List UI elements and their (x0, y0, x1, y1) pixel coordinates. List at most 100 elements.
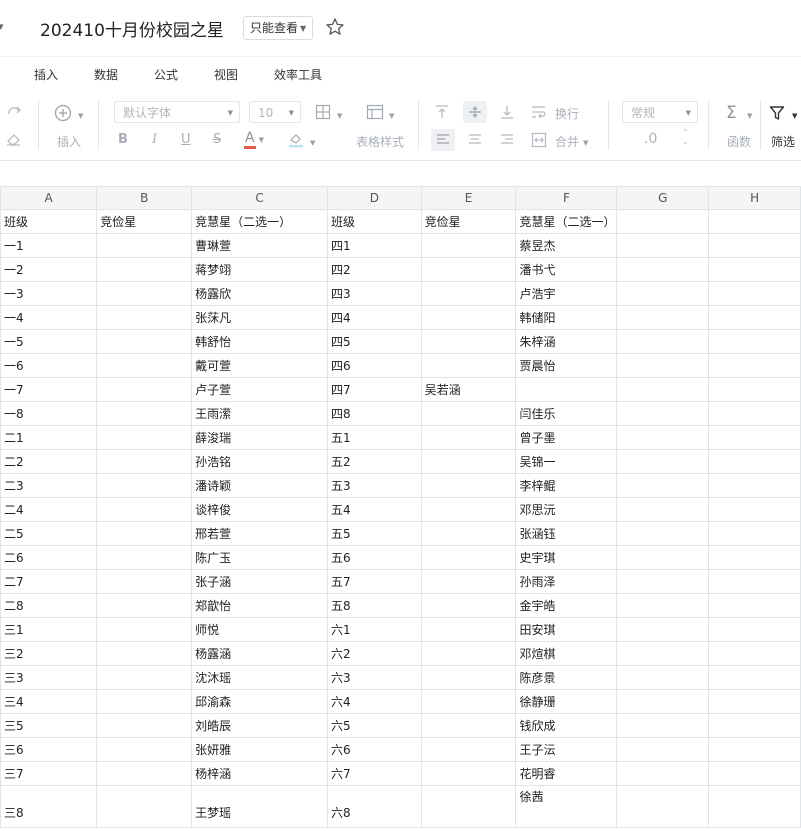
cell-b1[interactable]: 竞俭星 (96, 209, 193, 234)
cell-h11[interactable] (708, 449, 801, 474)
cell-a15[interactable]: 二6 (0, 545, 98, 570)
cell-d8[interactable]: 四7 (327, 377, 422, 402)
cell-d2[interactable]: 四1 (327, 233, 422, 258)
cell-g7[interactable] (616, 353, 710, 378)
cell-d5[interactable]: 四4 (327, 305, 422, 330)
cell-g9[interactable] (616, 401, 710, 426)
cell-f10[interactable]: 曾子墨 (515, 425, 618, 450)
cell-h6[interactable] (708, 329, 801, 354)
menu-data[interactable]: 数据 (94, 66, 118, 83)
cell-b3[interactable] (96, 257, 193, 282)
cell-c8[interactable]: 卢子萱 (191, 377, 329, 402)
cell-f20[interactable]: 陈彦景 (515, 665, 618, 690)
column-header-b[interactable]: B (96, 186, 193, 210)
italic-button[interactable]: I (152, 132, 157, 147)
cell-c20[interactable]: 沈沐瑶 (191, 665, 329, 690)
cell-c10[interactable]: 薛浚瑞 (191, 425, 329, 450)
cell-b4[interactable] (96, 281, 193, 306)
chevron-down-icon[interactable]: ▼ (75, 107, 83, 121)
cell-a11[interactable]: 二2 (0, 449, 98, 474)
menu-insert[interactable]: 插入 (34, 66, 58, 83)
cell-c9[interactable]: 王雨潆 (191, 401, 329, 426)
cell-b21[interactable] (96, 689, 193, 714)
cell-c7[interactable]: 戴可萱 (191, 353, 329, 378)
borders-icon[interactable] (315, 104, 331, 120)
cell-e6[interactable] (420, 329, 517, 354)
chevron-down-icon[interactable]: ▼ (580, 134, 588, 148)
cell-e15[interactable] (420, 545, 517, 570)
cell-d16[interactable]: 五7 (327, 569, 422, 594)
cell-c21[interactable]: 邱渝森 (191, 689, 329, 714)
cell-c11[interactable]: 孙浩铭 (191, 449, 329, 474)
align-middle-button[interactable] (463, 101, 487, 123)
cell-f8[interactable] (515, 377, 618, 402)
cell-e8[interactable]: 吴若涵 (420, 377, 517, 402)
chevron-down-icon[interactable]: ▼ (334, 107, 342, 121)
cell-f25[interactable]: 徐茜 (515, 785, 618, 828)
cell-h2[interactable] (708, 233, 801, 258)
cell-d12[interactable]: 五3 (327, 473, 422, 498)
cell-h1[interactable] (708, 209, 801, 234)
align-right-icon[interactable] (500, 133, 514, 147)
cell-f24[interactable]: 花明睿 (515, 761, 618, 786)
cell-e16[interactable] (420, 569, 517, 594)
cell-d10[interactable]: 五1 (327, 425, 422, 450)
cell-b17[interactable] (96, 593, 193, 618)
cell-a4[interactable]: 一3 (0, 281, 98, 306)
cell-a18[interactable]: 三1 (0, 617, 98, 642)
cell-d3[interactable]: 四2 (327, 257, 422, 282)
cell-f2[interactable]: 蔡昱杰 (515, 233, 618, 258)
cell-b25[interactable] (96, 785, 193, 828)
wrap-text-icon[interactable] (531, 105, 547, 119)
cell-d21[interactable]: 六4 (327, 689, 422, 714)
star-icon[interactable] (325, 17, 345, 37)
cell-c5[interactable]: 张莯凡 (191, 305, 329, 330)
cell-b20[interactable] (96, 665, 193, 690)
cell-a8[interactable]: 一7 (0, 377, 98, 402)
cell-c24[interactable]: 杨梓涵 (191, 761, 329, 786)
cell-h12[interactable] (708, 473, 801, 498)
cell-c13[interactable]: 谈梓俊 (191, 497, 329, 522)
cell-a5[interactable]: 一4 (0, 305, 98, 330)
column-header-d[interactable]: D (327, 186, 422, 210)
cell-b24[interactable] (96, 761, 193, 786)
cell-e20[interactable] (420, 665, 517, 690)
cell-c1[interactable]: 竞慧星（二选一） (191, 209, 329, 234)
cell-d17[interactable]: 五8 (327, 593, 422, 618)
cell-h19[interactable] (708, 641, 801, 666)
cell-h25[interactable] (708, 785, 801, 828)
cell-a2[interactable]: 一1 (0, 233, 98, 258)
cell-e24[interactable] (420, 761, 517, 786)
cell-b6[interactable] (96, 329, 193, 354)
cell-f13[interactable]: 邓思沅 (515, 497, 618, 522)
cell-f16[interactable]: 孙雨泽 (515, 569, 618, 594)
cell-g17[interactable] (616, 593, 710, 618)
cell-a6[interactable]: 一5 (0, 329, 98, 354)
cell-c6[interactable]: 韩舒怡 (191, 329, 329, 354)
cell-h13[interactable] (708, 497, 801, 522)
cell-c25[interactable]: 王梦瑶 (191, 785, 329, 828)
cell-g1[interactable] (616, 209, 710, 234)
cell-a16[interactable]: 二7 (0, 569, 98, 594)
cell-c15[interactable]: 陈广玉 (191, 545, 329, 570)
cell-a1[interactable]: 班级 (0, 209, 98, 234)
cell-h7[interactable] (708, 353, 801, 378)
cell-a13[interactable]: 二4 (0, 497, 98, 522)
number-format-select[interactable]: 常规 ▼ (622, 101, 698, 123)
cell-a14[interactable]: 二5 (0, 521, 98, 546)
cell-g6[interactable] (616, 329, 710, 354)
table-style-icon[interactable] (366, 104, 384, 120)
cell-g19[interactable] (616, 641, 710, 666)
insert-plus-icon[interactable] (54, 104, 72, 122)
table-style-label[interactable]: 表格样式 (356, 133, 404, 150)
cell-g21[interactable] (616, 689, 710, 714)
column-header-f[interactable]: F (515, 186, 618, 210)
cell-b19[interactable] (96, 641, 193, 666)
cell-b14[interactable] (96, 521, 193, 546)
cell-g2[interactable] (616, 233, 710, 258)
cell-c2[interactable]: 曹琳萱 (191, 233, 329, 258)
cell-f6[interactable]: 朱梓涵 (515, 329, 618, 354)
cell-a24[interactable]: 三7 (0, 761, 98, 786)
cell-b11[interactable] (96, 449, 193, 474)
cell-e7[interactable] (420, 353, 517, 378)
